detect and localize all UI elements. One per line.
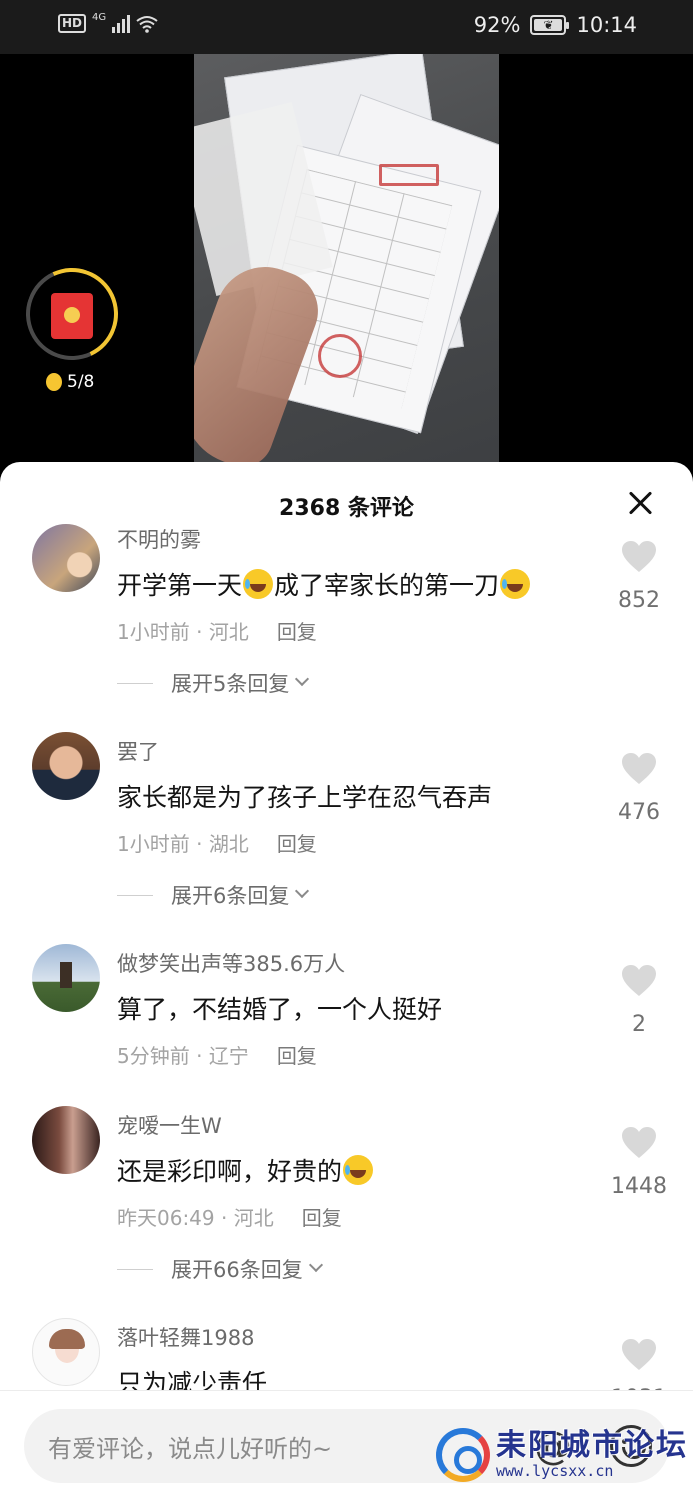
comment-username[interactable]: 宠嗳一生W: [117, 1110, 222, 1140]
avatar[interactable]: [32, 524, 100, 592]
like-count: 1448: [611, 1174, 667, 1199]
comment-text: 家长都是为了孩子上学在忍气吞声: [117, 783, 493, 812]
chevron-down-icon: [295, 671, 310, 687]
avatar[interactable]: [32, 732, 100, 800]
avatar[interactable]: [32, 1106, 100, 1174]
reply-button[interactable]: 回复: [277, 1044, 317, 1068]
comment-username[interactable]: 落叶轻舞1988: [117, 1322, 254, 1352]
reply-button[interactable]: 回复: [277, 620, 317, 644]
like-button[interactable]: 852: [611, 540, 667, 613]
forum-logo-icon: [436, 1428, 490, 1482]
expand-replies-button[interactable]: 展开5条回复: [117, 668, 310, 698]
comment-text: 算了，不结婚了，一个人挺好: [117, 995, 443, 1024]
expand-replies-label: 展开66条回复: [171, 1258, 303, 1282]
laugh-cry-emoji-icon: [500, 569, 531, 599]
like-button[interactable]: 1448: [611, 1126, 667, 1199]
comment-meta: 1小时前 · 河北 回复: [117, 620, 317, 644]
comment-username[interactable]: 罢了: [117, 736, 159, 766]
comment-username[interactable]: 不明的雾: [117, 524, 201, 554]
comment-time: 1小时前: [117, 620, 190, 644]
comment-meta: 1小时前 · 湖北 回复: [117, 832, 317, 856]
reply-button[interactable]: 回复: [277, 832, 317, 856]
status-right: 92% ❦ 10:14: [474, 13, 637, 37]
battery-icon: ❦: [530, 15, 570, 35]
comment-location: 湖北: [208, 832, 249, 856]
comment-time: 1小时前: [117, 832, 190, 856]
like-button[interactable]: 476: [611, 752, 667, 825]
comments-header: 2368 条评论: [0, 462, 693, 546]
watermark-text: 耒阳城市论坛 www.lycsxx.cn: [496, 1428, 688, 1481]
expand-replies-button[interactable]: 展开6条回复: [117, 880, 310, 910]
hd-badge: HD: [58, 14, 87, 33]
comment-location: 河北: [233, 1206, 274, 1230]
status-left: HD 4G: [58, 12, 158, 33]
divider: [117, 894, 153, 896]
laugh-cry-emoji-icon: [343, 1155, 374, 1185]
expand-replies-button[interactable]: 展开66条回复: [117, 1254, 323, 1284]
heart-icon: [622, 965, 656, 996]
divider: [117, 682, 153, 684]
comment-time: 5分钟前: [117, 1044, 190, 1068]
comments-panel: 2368 条评论 不明的雾 开学第一天 成了宰家长的第一刀 1小时前 · 河北 回复…: [0, 462, 693, 1500]
avatar[interactable]: [32, 944, 100, 1012]
heart-icon: [622, 753, 656, 784]
watermark-title: 耒阳城市论坛: [496, 1428, 688, 1463]
chevron-down-icon: [308, 1257, 323, 1273]
laugh-cry-emoji-icon: [243, 569, 274, 599]
status-bar: HD 4G 92% ❦ 10:14: [0, 0, 693, 54]
comment-location: 辽宁: [208, 1044, 249, 1068]
clock: 10:14: [576, 13, 637, 37]
red-packet-icon[interactable]: [51, 293, 93, 339]
expand-replies-label: 展开5条回复: [171, 672, 290, 696]
battery-percent: 92%: [473, 13, 521, 37]
like-count: 852: [618, 588, 660, 613]
comment-text: 还是彩印啊，好贵的: [117, 1152, 374, 1188]
like-button[interactable]: 2: [611, 964, 667, 1037]
watermark: 耒阳城市论坛 www.lycsxx.cn: [436, 1428, 688, 1482]
comment-meta: 5分钟前 · 辽宁 回复: [117, 1044, 317, 1068]
comment-text: 开学第一天 成了宰家长的第一刀: [117, 566, 531, 602]
avatar[interactable]: [32, 1318, 100, 1386]
network-type: 4G: [92, 12, 107, 23]
heart-icon: [622, 1339, 656, 1370]
comments-title: 2368 条评论: [279, 496, 414, 521]
red-packet-counter: 5/8: [46, 372, 94, 392]
chevron-down-icon: [295, 883, 310, 899]
comment-input-placeholder: 有爱评论，说点儿好听的~: [48, 1435, 333, 1463]
signal-icon: [112, 14, 131, 33]
watermark-url: www.lycsxx.cn: [496, 1462, 614, 1480]
reply-button[interactable]: 回复: [302, 1206, 342, 1230]
comment-location: 河北: [208, 620, 249, 644]
comment-time: 昨天06:49: [117, 1206, 215, 1230]
expand-replies-label: 展开6条回复: [171, 884, 290, 908]
comment-text-part: 开学第一天: [117, 571, 243, 600]
gold-coin-icon: [46, 373, 62, 391]
comment-username[interactable]: 做梦笑出声等385.6万人: [117, 948, 345, 978]
video-player[interactable]: [0, 54, 693, 474]
red-stamp: [318, 334, 362, 378]
comment-text-part: 成了宰家长的第一刀: [274, 571, 500, 600]
red-packet-progress: 5/8: [67, 372, 95, 392]
comment-text-part: 还是彩印啊，好贵的: [117, 1157, 343, 1186]
heart-icon: [622, 541, 656, 572]
comment-meta: 昨天06:49 · 河北 回复: [117, 1206, 342, 1230]
wifi-icon: [136, 15, 158, 33]
red-stamp: [379, 164, 439, 186]
close-icon[interactable]: [627, 489, 653, 515]
heart-icon: [622, 1127, 656, 1158]
like-count: 2: [632, 1012, 646, 1037]
video-frame: [194, 54, 499, 474]
divider: [117, 1268, 153, 1270]
like-count: 476: [618, 800, 660, 825]
